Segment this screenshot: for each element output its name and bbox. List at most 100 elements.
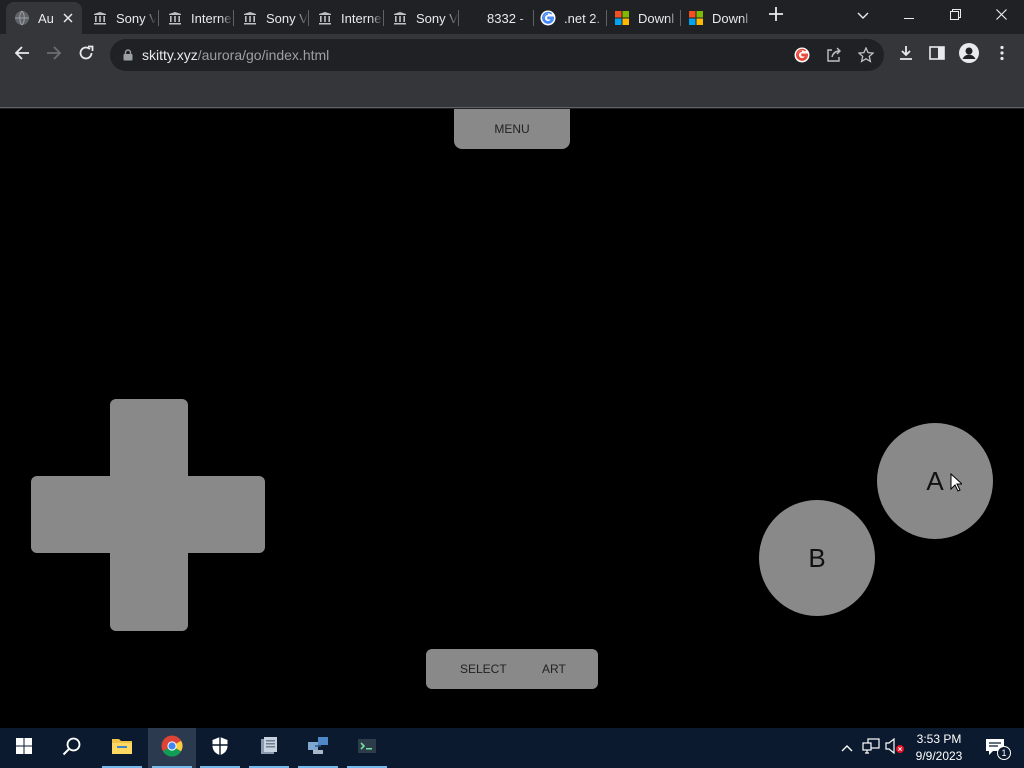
notification-count-badge: 1 <box>997 746 1011 760</box>
microsoft-icon <box>614 10 630 26</box>
notification-center-button[interactable]: 1 <box>978 728 1014 768</box>
side-panel-button[interactable] <box>921 39 953 71</box>
restore-button[interactable] <box>932 0 978 32</box>
tray-overflow-button[interactable] <box>838 728 856 768</box>
dpad-horizontal[interactable] <box>31 476 265 553</box>
url-path: /aurora/go/index.html <box>197 47 330 63</box>
tab-download-2[interactable]: Downl <box>680 4 754 32</box>
lock-icon[interactable] <box>118 45 138 65</box>
profile-button[interactable] <box>953 39 985 71</box>
tab-sony-3[interactable]: Sony V <box>384 4 458 32</box>
microsoft-icon <box>688 10 704 26</box>
browser-toolbar: skitty.xyz/aurora/go/index.html <box>0 34 1024 76</box>
archive-icon <box>242 10 258 26</box>
archive-icon <box>317 10 333 26</box>
kebab-menu-icon <box>1000 45 1004 66</box>
chrome-icon <box>161 735 183 762</box>
taskbar-security[interactable] <box>196 728 244 768</box>
tray-volume[interactable] <box>884 728 906 768</box>
new-tab-button[interactable] <box>758 0 794 32</box>
forward-button[interactable] <box>38 39 70 71</box>
minimize-button[interactable] <box>886 0 932 32</box>
arrow-right-icon <box>46 45 62 66</box>
tray-network[interactable] <box>860 728 882 768</box>
network-computer-icon <box>307 736 329 761</box>
bookmarks-bar <box>0 76 1024 108</box>
taskbar-app-3[interactable] <box>343 728 391 768</box>
taskbar-chrome[interactable] <box>148 728 196 768</box>
close-window-button[interactable] <box>978 0 1024 32</box>
emulator-page: MENU A B SELECT ART <box>0 109 1024 728</box>
tab-title: Downl <box>712 10 749 26</box>
taskbar-app-2[interactable] <box>294 728 342 768</box>
minimize-icon <box>904 7 914 25</box>
windows-taskbar: 3:53 PM 9/9/2023 1 <box>0 728 1024 768</box>
restore-icon <box>949 7 961 25</box>
reload-button[interactable] <box>70 39 102 71</box>
clock-date: 9/9/2023 <box>915 749 963 763</box>
start-button[interactable]: ART <box>542 662 566 676</box>
archive-icon <box>92 10 108 26</box>
download-icon <box>898 45 914 66</box>
tab-download-1[interactable]: Downl <box>606 4 680 32</box>
chevron-up-icon <box>841 739 853 757</box>
tab-title: Downl <box>638 10 675 26</box>
taskbar-clock[interactable]: 3:53 PM 9/9/2023 <box>908 731 970 765</box>
select-button[interactable]: SELECT <box>460 662 507 676</box>
tab-title: Sony V <box>266 10 308 26</box>
start-button[interactable] <box>0 728 48 768</box>
tab-sony-1[interactable]: Sony V <box>84 4 156 32</box>
shield-icon <box>211 736 229 761</box>
address-bar[interactable]: skitty.xyz/aurora/go/index.html <box>110 39 884 71</box>
chevron-down-icon <box>857 7 869 25</box>
archive-icon <box>167 10 183 26</box>
menu-button[interactable]: MENU <box>454 109 570 149</box>
select-start-bar: SELECT ART <box>426 649 598 689</box>
back-button[interactable] <box>6 39 38 71</box>
tab-strip: Au Sony V Interne Sony V Interne Sony V … <box>0 0 1024 34</box>
tab-dotnet[interactable]: .net 2. <box>532 4 606 32</box>
terminal-app-icon <box>357 736 377 761</box>
chrome-menu-button[interactable] <box>986 39 1018 71</box>
search-icon <box>62 736 82 761</box>
browser-window: Au Sony V Interne Sony V Interne Sony V … <box>0 0 1024 109</box>
tab-title: Sony V <box>116 10 156 26</box>
tab-internet-1[interactable]: Interne <box>159 4 233 32</box>
tab-internet-2[interactable]: Interne <box>309 4 383 32</box>
side-panel-icon <box>929 45 945 66</box>
windows-logo-icon <box>16 737 32 759</box>
tab-title: Interne <box>341 10 382 26</box>
star-icon[interactable] <box>856 45 876 65</box>
document-stack-icon <box>259 736 279 761</box>
a-button[interactable]: A <box>877 423 993 539</box>
tab-8332[interactable]: 8332 - <box>459 4 533 32</box>
taskbar-file-explorer[interactable] <box>98 728 146 768</box>
archive-icon <box>392 10 408 26</box>
google-icon <box>540 10 556 26</box>
url-host: skitty.xyz <box>142 47 198 63</box>
downloads-button[interactable] <box>890 39 922 71</box>
clock-time: 3:53 PM <box>916 732 962 746</box>
reload-icon <box>78 45 94 66</box>
profile-avatar-icon <box>959 42 979 68</box>
globe-icon <box>14 10 30 26</box>
google-lens-icon[interactable] <box>792 45 812 65</box>
plus-icon <box>769 6 783 26</box>
tab-search-button[interactable] <box>840 0 886 32</box>
tab-title: .net 2. <box>564 10 601 26</box>
mouse-cursor-icon <box>950 473 962 492</box>
taskbar-search-button[interactable] <box>48 728 96 768</box>
tab-title: Au <box>38 10 54 26</box>
tab-aurora[interactable]: Au <box>6 2 82 34</box>
tab-sony-2[interactable]: Sony V <box>234 4 308 32</box>
volume-muted-icon <box>885 737 905 759</box>
tab-title: 8332 - <box>487 10 524 26</box>
close-tab-icon[interactable] <box>60 10 76 26</box>
url-text[interactable]: skitty.xyz/aurora/go/index.html <box>142 47 329 63</box>
taskbar-app-1[interactable] <box>245 728 293 768</box>
b-button[interactable]: B <box>759 500 875 616</box>
share-icon[interactable] <box>824 45 844 65</box>
network-icon <box>862 737 880 759</box>
tab-title: Interne <box>191 10 232 26</box>
folder-icon <box>111 737 133 760</box>
